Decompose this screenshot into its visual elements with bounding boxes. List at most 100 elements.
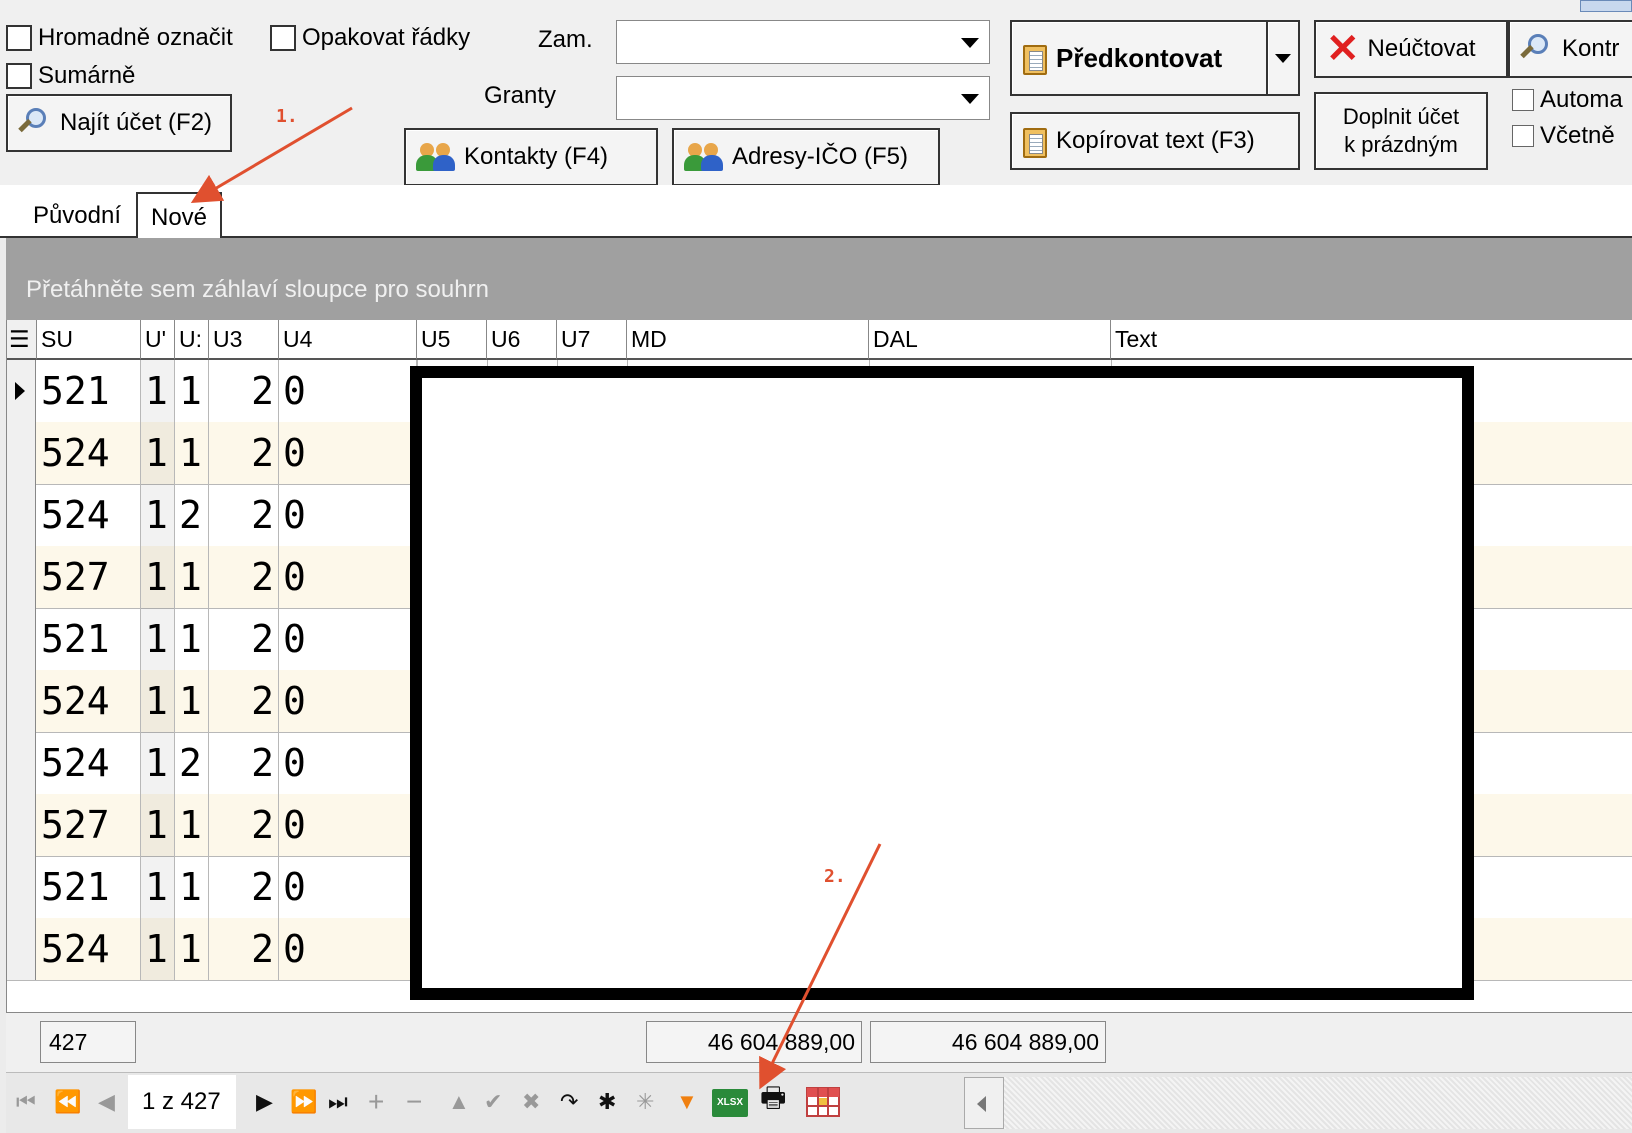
collapse-handle[interactable] — [1580, 0, 1632, 12]
row-indicator[interactable] — [7, 360, 36, 422]
addresses-button[interactable]: Adresy-IČO (F5) — [672, 128, 940, 186]
summary-checkbox[interactable]: Sumárně — [6, 62, 135, 90]
cell-u4[interactable]: 0 — [279, 422, 417, 484]
cell-su[interactable]: 524 — [37, 422, 141, 484]
cell-u4[interactable]: 0 — [279, 918, 417, 980]
cancel-icon[interactable]: ✖ — [522, 1087, 540, 1117]
cell-u1[interactable]: 1 — [141, 608, 175, 670]
cell-u2[interactable]: 1 — [175, 918, 209, 980]
cell-u2[interactable]: 2 — [175, 732, 209, 794]
tab-new[interactable]: Nové — [136, 192, 222, 242]
confirm-icon[interactable]: ✔ — [484, 1087, 502, 1117]
cell-u2[interactable]: 2 — [175, 484, 209, 546]
cell-u1[interactable]: 1 — [141, 918, 175, 980]
add-icon[interactable]: + — [368, 1087, 384, 1117]
cell-u2[interactable]: 1 — [175, 608, 209, 670]
row-indicator[interactable] — [7, 918, 36, 980]
col-header-u1[interactable]: U' — [141, 320, 175, 360]
refresh-icon[interactable]: ↷ — [560, 1087, 578, 1117]
scroll-left-button[interactable] — [964, 1077, 1004, 1129]
last-record-icon[interactable]: ⏭ — [328, 1087, 348, 1117]
copy-text-button[interactable]: Kopírovat text (F3) — [1010, 112, 1300, 170]
row-indicator[interactable] — [7, 670, 36, 732]
cell-su[interactable]: 524 — [37, 918, 141, 980]
previous-page-icon[interactable]: ⏪ — [54, 1087, 81, 1117]
horizontal-scrollbar-track[interactable] — [1004, 1077, 1632, 1129]
cell-u4[interactable]: 0 — [279, 360, 417, 422]
cell-u1[interactable]: 1 — [141, 422, 175, 484]
export-xlsx-icon[interactable]: XLSX — [712, 1089, 748, 1117]
cell-u3[interactable]: 2 — [209, 546, 279, 608]
cell-u3[interactable]: 2 — [209, 422, 279, 484]
first-record-icon[interactable]: ⏮ — [16, 1087, 36, 1117]
col-header-dal[interactable]: DAL — [869, 320, 1111, 360]
cell-u2[interactable]: 1 — [175, 422, 209, 484]
cell-u4[interactable]: 0 — [279, 546, 417, 608]
cell-u1[interactable]: 1 — [141, 670, 175, 732]
row-indicator[interactable] — [7, 794, 36, 856]
find-account-button[interactable]: Najít účet (F2) — [6, 94, 232, 152]
cell-u3[interactable]: 2 — [209, 484, 279, 546]
checkbox-box[interactable] — [1512, 89, 1534, 111]
chevron-down-icon[interactable] — [961, 38, 979, 48]
cell-u2[interactable]: 1 — [175, 360, 209, 422]
col-header-su[interactable]: SU — [37, 320, 141, 360]
cell-su[interactable]: 521 — [37, 856, 141, 918]
row-indicator[interactable] — [7, 546, 36, 608]
move-up-icon[interactable]: ▲ — [448, 1087, 470, 1117]
cell-u4[interactable]: 0 — [279, 856, 417, 918]
col-header-u4[interactable]: U4 — [279, 320, 417, 360]
cell-u1[interactable]: 1 — [141, 794, 175, 856]
row-indicator[interactable] — [7, 732, 36, 794]
cell-u3[interactable]: 2 — [209, 918, 279, 980]
next-record-icon[interactable]: ▶ — [256, 1087, 273, 1117]
grants-combo[interactable] — [616, 76, 990, 120]
cell-u1[interactable]: 1 — [141, 360, 175, 422]
auto-checkbox[interactable]: Automa — [1512, 86, 1623, 114]
cell-u3[interactable]: 2 — [209, 732, 279, 794]
tab-original[interactable]: Původní — [18, 192, 136, 240]
mass-select-checkbox[interactable]: Hromadně označit — [6, 24, 233, 52]
cell-u1[interactable]: 1 — [141, 546, 175, 608]
row-indicator[interactable] — [7, 608, 36, 670]
cell-u3[interactable]: 2 — [209, 608, 279, 670]
fill-account-button[interactable]: Doplnit účet k prázdným — [1314, 92, 1488, 170]
col-header-u5[interactable]: U5 — [417, 320, 487, 360]
cell-u4[interactable]: 0 — [279, 732, 417, 794]
checkbox-box[interactable] — [6, 25, 32, 51]
cell-u4[interactable]: 0 — [279, 484, 417, 546]
cell-u4[interactable]: 0 — [279, 670, 417, 732]
checkbox-box[interactable] — [270, 25, 296, 51]
cell-su[interactable]: 524 — [37, 732, 141, 794]
including-checkbox[interactable]: Včetně — [1512, 122, 1615, 150]
cell-u3[interactable]: 2 — [209, 360, 279, 422]
asterisk-arrow-icon[interactable]: ✳ — [636, 1087, 654, 1117]
cell-su[interactable]: 524 — [37, 484, 141, 546]
row-indicator[interactable] — [7, 484, 36, 546]
col-header-u2[interactable]: U: — [175, 320, 209, 360]
column-chooser-icon[interactable]: ☰ — [7, 320, 37, 360]
no-account-button[interactable]: ✕ Neúčtovat — [1314, 20, 1508, 78]
cell-u2[interactable]: 1 — [175, 856, 209, 918]
next-page-icon[interactable]: ⏩ — [290, 1087, 317, 1117]
cell-u1[interactable]: 1 — [141, 484, 175, 546]
cell-u2[interactable]: 1 — [175, 794, 209, 856]
repeat-rows-checkbox[interactable]: Opakovat řádky — [270, 24, 470, 52]
chevron-down-icon[interactable] — [961, 94, 979, 104]
col-header-u6[interactable]: U6 — [487, 320, 557, 360]
checkbox-box[interactable] — [6, 63, 32, 89]
col-header-u3[interactable]: U3 — [209, 320, 279, 360]
cell-u4[interactable]: 0 — [279, 608, 417, 670]
cell-su[interactable]: 524 — [37, 670, 141, 732]
previous-record-icon[interactable]: ◀ — [98, 1087, 115, 1117]
row-indicator[interactable] — [7, 422, 36, 484]
remove-icon[interactable]: − — [406, 1087, 422, 1117]
filter-icon[interactable]: ▼ — [676, 1087, 698, 1117]
cell-su[interactable]: 527 — [37, 546, 141, 608]
col-header-md[interactable]: MD — [627, 320, 869, 360]
prepost-dropdown-button[interactable] — [1266, 20, 1300, 96]
cell-su[interactable]: 521 — [37, 360, 141, 422]
cell-su[interactable]: 527 — [37, 794, 141, 856]
cell-u1[interactable]: 1 — [141, 732, 175, 794]
cell-su[interactable]: 521 — [37, 608, 141, 670]
